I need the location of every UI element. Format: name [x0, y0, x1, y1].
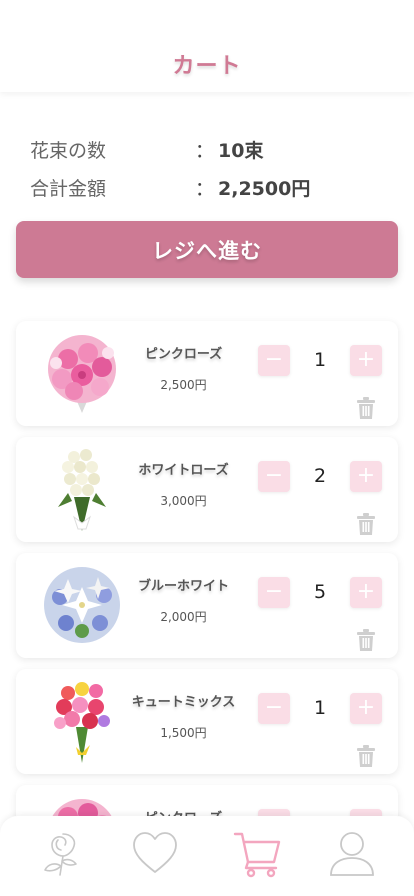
cute-mix-bouquet-image: [38, 677, 126, 765]
decrease-quantity-button[interactable]: −: [258, 809, 290, 816]
total-label: 合計金額: [30, 177, 107, 200]
pink-rose-bouquet-image: [38, 329, 126, 417]
increase-quantity-button[interactable]: +: [350, 577, 382, 608]
bottom-tab-bar: [0, 816, 414, 896]
decrease-quantity-button[interactable]: −: [258, 693, 290, 724]
increase-quantity-button[interactable]: +: [350, 461, 382, 492]
increase-quantity-button[interactable]: +: [350, 809, 382, 816]
decrease-quantity-button[interactable]: −: [258, 345, 290, 376]
item-price: 3,000円: [160, 494, 207, 508]
quantity-value: 1: [313, 697, 327, 719]
cart-item: ホワイトローズ 3,000円 − 2 +: [16, 437, 398, 542]
total-row: 合計金額 ： 2,2500円: [30, 168, 390, 206]
user-icon[interactable]: [327, 828, 377, 878]
bouquet-count-label: 花束の数: [30, 139, 107, 162]
bouquet-count-value: 10束: [218, 139, 264, 162]
increase-quantity-button[interactable]: +: [350, 345, 382, 376]
item-price: 2,000円: [160, 610, 207, 624]
checkout-button[interactable]: レジへ進む: [16, 221, 398, 278]
item-name: キュートミックス: [131, 695, 236, 710]
blue-white-bouquet-image: [38, 561, 126, 649]
quantity-value: 2: [313, 465, 327, 487]
colon: ：: [195, 177, 215, 200]
decrease-quantity-button[interactable]: −: [258, 461, 290, 492]
item-name: ホワイトローズ: [138, 463, 229, 478]
trash-icon[interactable]: [356, 745, 376, 767]
quantity-value: 1: [313, 349, 327, 371]
page-title: カート: [172, 54, 242, 79]
increase-quantity-button[interactable]: +: [350, 693, 382, 724]
item-name: ブルーホワイト: [137, 579, 229, 594]
colon: ：: [195, 139, 215, 162]
heart-icon[interactable]: [130, 828, 180, 878]
cart-content[interactable]: 花束の数 ： 10束 合計金額 ： 2,2500円 レジへ進む ピンクローズ 2…: [0, 92, 414, 816]
rose-icon[interactable]: [38, 828, 88, 878]
trash-icon[interactable]: [356, 629, 376, 651]
order-summary: 花束の数 ： 10束 合計金額 ： 2,2500円: [30, 130, 390, 206]
pink-rose-bouquet-image: [38, 793, 126, 816]
cart-icon[interactable]: [232, 828, 282, 878]
total-value: 2,2500円: [218, 177, 311, 200]
item-price: 1,500円: [160, 726, 207, 740]
decrease-quantity-button[interactable]: −: [258, 577, 290, 608]
app-header: カート: [0, 0, 414, 92]
cart-list: ピンクローズ 2,500円 − 1 + ホワイトローズ 3,000円 − 2 +…: [16, 321, 398, 816]
cart-item: ピンクローズ 2,500円 − 1 +: [16, 321, 398, 426]
bouquet-count-row: 花束の数 ： 10束: [30, 130, 390, 168]
quantity-value: 5: [313, 581, 327, 603]
cart-item: ブルーホワイト 2,000円 − 5 +: [16, 553, 398, 658]
item-price: 2,500円: [160, 378, 207, 392]
item-name: ピンクローズ: [144, 347, 223, 362]
white-rose-bouquet-image: [38, 445, 126, 533]
cart-item: キュートミックス 1,500円 − 1 +: [16, 669, 398, 774]
cart-item: ピンクローズ − +: [16, 785, 398, 816]
item-name: ピンクローズ: [116, 807, 251, 816]
trash-icon[interactable]: [356, 397, 376, 419]
trash-icon[interactable]: [356, 513, 376, 535]
